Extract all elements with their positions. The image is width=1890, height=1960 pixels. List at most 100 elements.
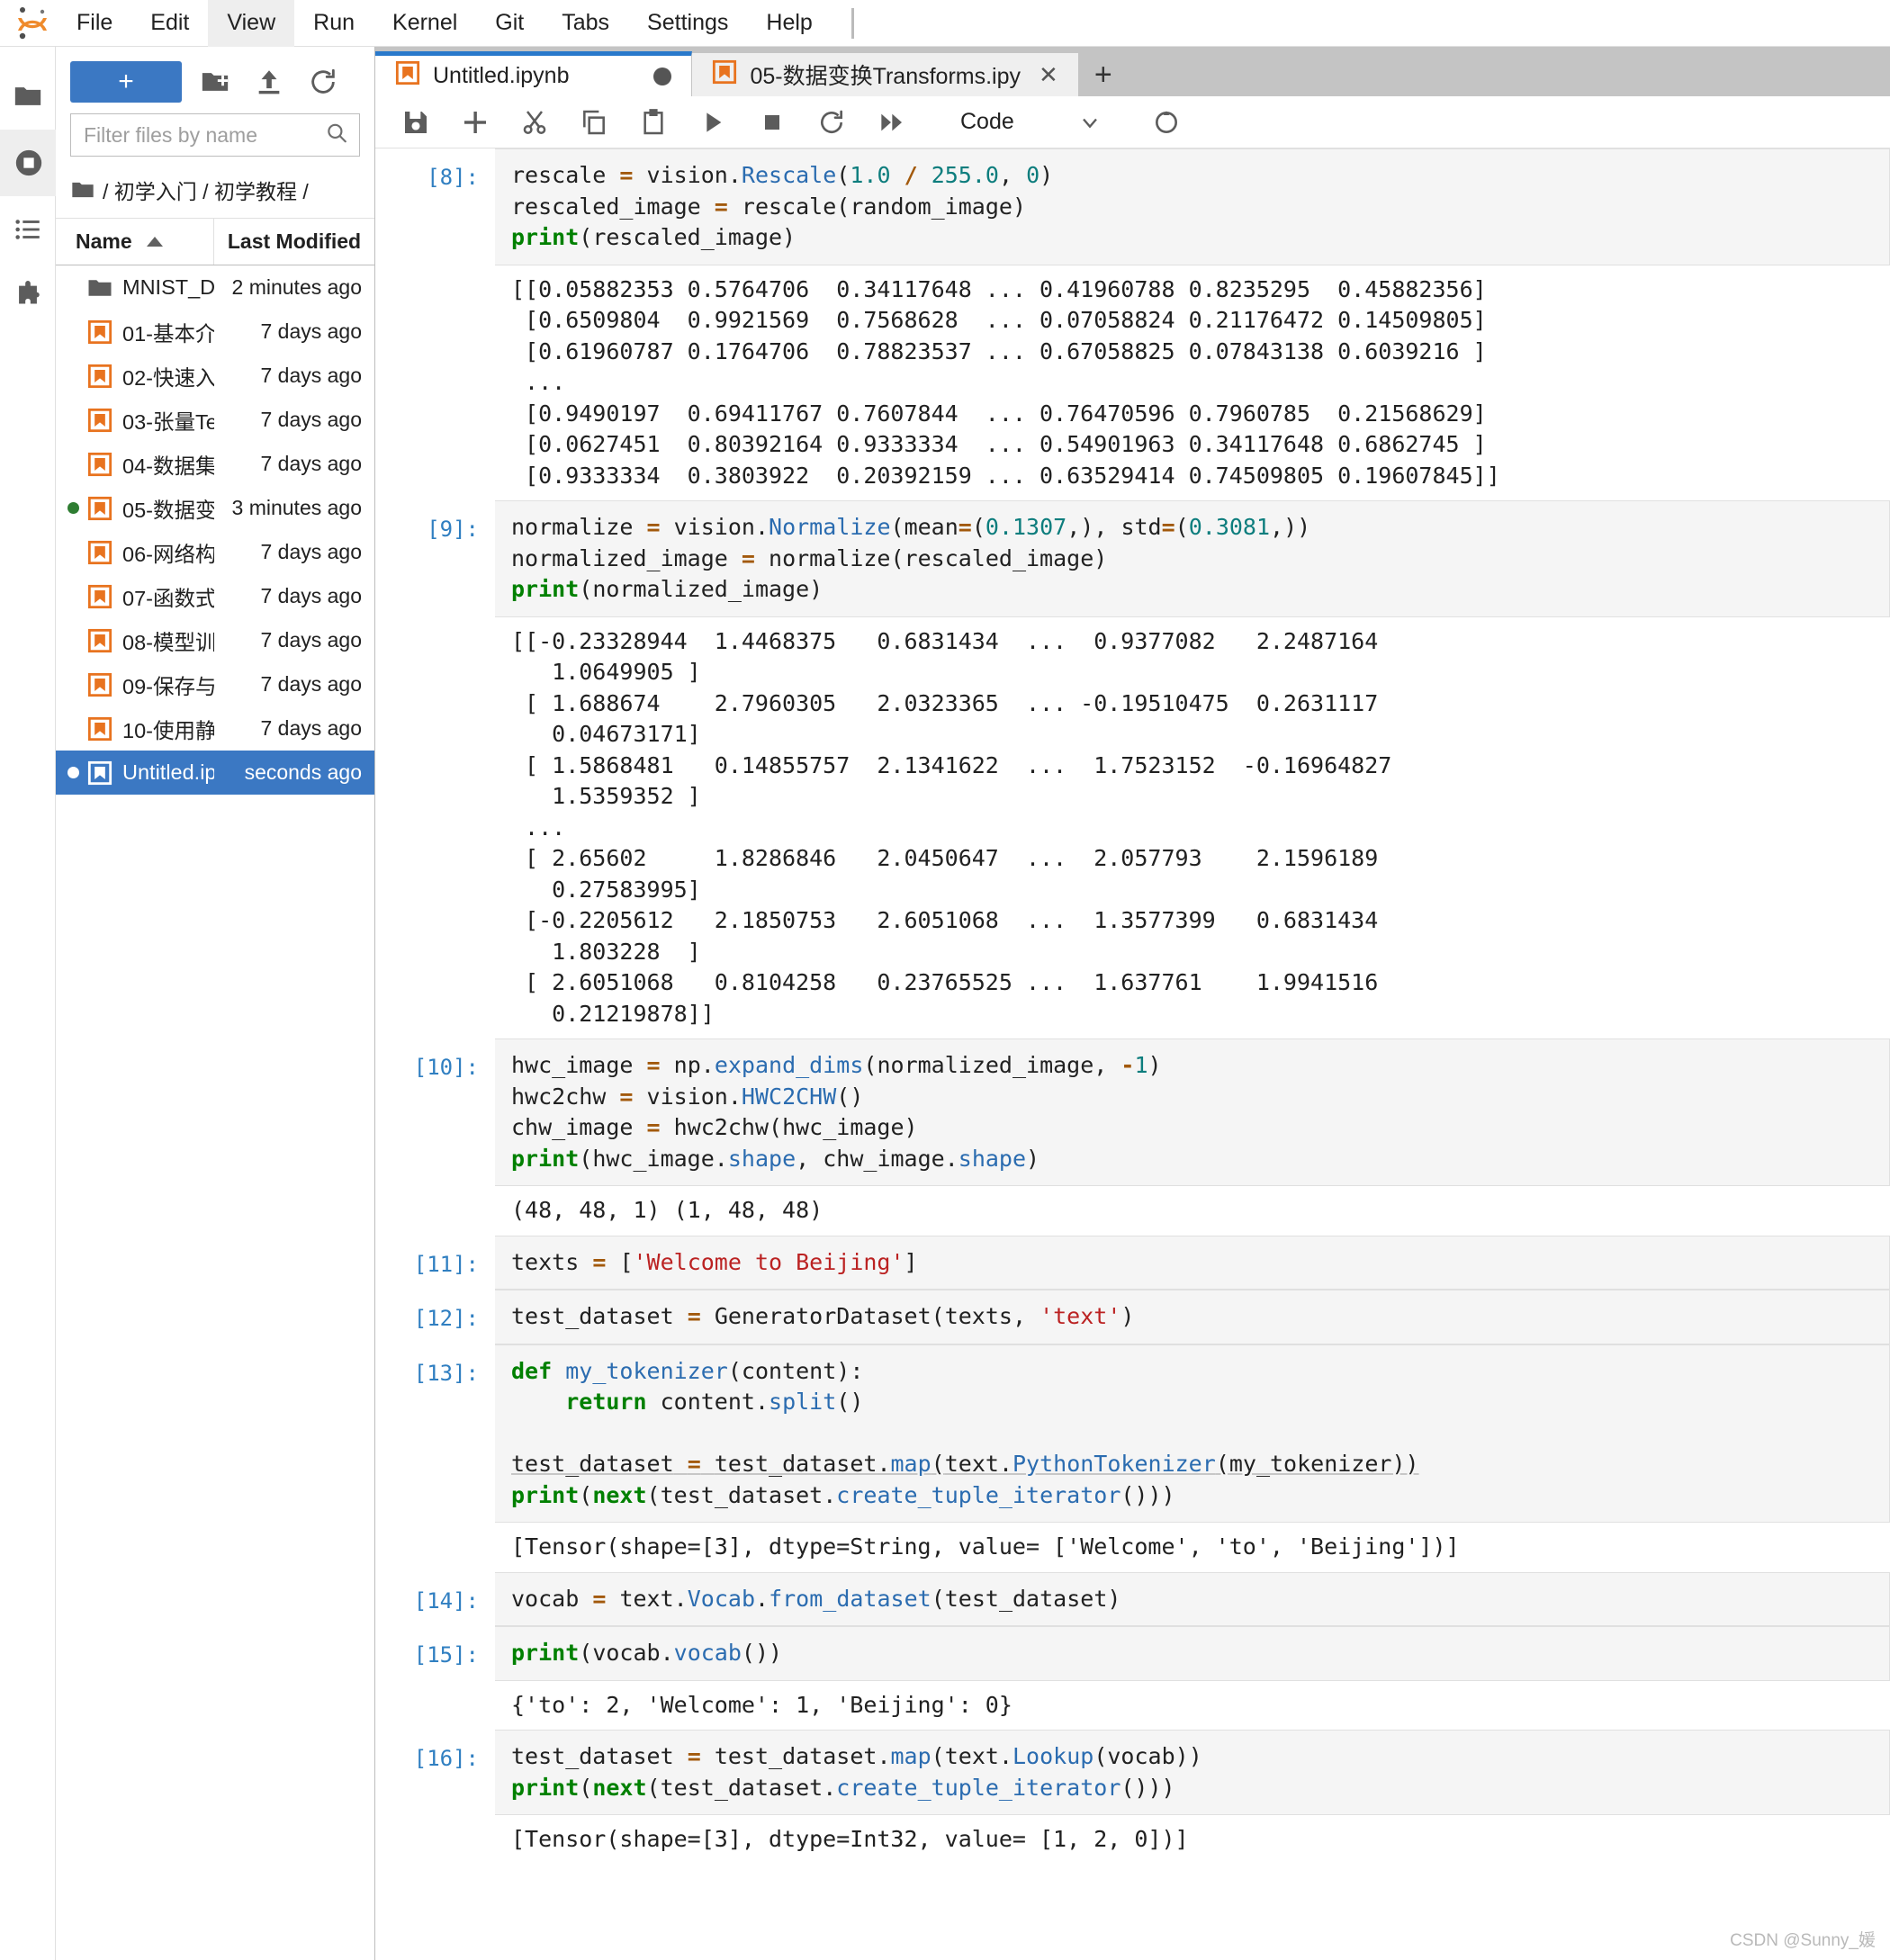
list-item[interactable]: Untitled.ip... seconds ago: [56, 751, 374, 795]
interrupt-button[interactable]: [746, 96, 798, 148]
notebook-icon: [87, 319, 112, 344]
breadcrumb[interactable]: / 初学入门 / 初学教程 /: [56, 169, 374, 219]
cell-output: [Tensor(shape=[3], dtype=Int32, value= […: [495, 1815, 1890, 1865]
sidebar-item-file-browser[interactable]: [0, 63, 56, 130]
cell-input[interactable]: test_dataset = test_dataset.map(text.Loo…: [495, 1730, 1890, 1815]
cell-output-text: {'to': 2, 'Welcome': 1, 'Beijing': 0}: [511, 1691, 1012, 1718]
cell-output-text: [[-0.23328944 1.4468375 0.6831434 ... 0.…: [511, 627, 1392, 1027]
search-input[interactable]: [71, 114, 359, 156]
cell-input[interactable]: hwc_image = np.expand_dims(normalized_im…: [495, 1038, 1890, 1186]
notebook-icon: [83, 716, 117, 742]
list-item[interactable]: 07-函数式... 7 days ago: [56, 574, 374, 618]
list-item[interactable]: 04-数据集... 7 days ago: [56, 442, 374, 486]
cell-output: (48, 48, 1) (1, 48, 48): [495, 1186, 1890, 1236]
paste-button[interactable]: [627, 96, 680, 148]
list-item[interactable]: 06-网络构... 7 days ago: [56, 530, 374, 574]
cell-input[interactable]: texts = ['Welcome to Beijing']: [495, 1235, 1890, 1290]
list-item[interactable]: 09-保存与... 7 days ago: [56, 662, 374, 706]
column-header-name[interactable]: Name: [56, 219, 214, 265]
menu-item-file[interactable]: File: [58, 0, 131, 47]
notebook-cell[interactable]: [12]: test_dataset = GeneratorDataset(tex…: [375, 1290, 1890, 1344]
sidebar-item-commands[interactable]: [0, 196, 56, 263]
cell-source: test_dataset = test_dataset.map(text.Loo…: [511, 1743, 1202, 1801]
cut-button[interactable]: [508, 96, 561, 148]
notebook-icon: [395, 60, 420, 92]
cell-prompt: [15]:: [413, 1642, 479, 1668]
insert-cell-button[interactable]: [449, 96, 501, 148]
notebook-cell[interactable]: [13]: def my_tokenizer(content): return c…: [375, 1344, 1890, 1572]
copy-button[interactable]: [568, 96, 620, 148]
notebook-icon: [87, 364, 112, 388]
notebook-icon: [712, 59, 737, 91]
list-item[interactable]: 03-张量Te... 7 days ago: [56, 398, 374, 442]
sidebar-item-extensions[interactable]: [0, 263, 56, 329]
new-launcher-button[interactable]: +: [70, 61, 182, 103]
sidebar-item-running-terminals[interactable]: [0, 130, 56, 196]
new-folder-icon[interactable]: [194, 61, 236, 103]
notebook-cell[interactable]: [15]: print(vocab.vocab()) {'to': 2, 'Welc…: [375, 1626, 1890, 1730]
column-header-last-modified[interactable]: Last Modified: [214, 219, 374, 265]
list-item[interactable]: 10-使用静... 7 days ago: [56, 706, 374, 751]
cell-body: test_dataset = test_dataset.map(text.Loo…: [495, 1730, 1890, 1865]
tab-2[interactable]: 05-数据变换Transforms.ipy ✕: [692, 53, 1079, 96]
list-item-modified: 7 days ago: [260, 408, 362, 431]
notebook-cell[interactable]: [11]: texts = ['Welcome to Beijing']: [375, 1235, 1890, 1290]
notebook-cell[interactable]: [10]: hwc_image = np.expand_dims(normaliz…: [375, 1038, 1890, 1236]
cell-input[interactable]: print(vocab.vocab()): [495, 1626, 1890, 1681]
cell-input[interactable]: rescale = vision.Rescale(1.0 / 255.0, 0)…: [495, 148, 1890, 265]
cell-body: hwc_image = np.expand_dims(normalized_im…: [495, 1038, 1890, 1236]
list-item-name: 05-数据变...: [122, 498, 214, 522]
menu-item-tabs[interactable]: Tabs: [543, 0, 628, 47]
cell-body: print(vocab.vocab()) {'to': 2, 'Welcome':…: [495, 1626, 1890, 1730]
list-item[interactable]: 08-模型训... 7 days ago: [56, 618, 374, 662]
run-button[interactable]: [687, 96, 739, 148]
new-tab-button[interactable]: +: [1078, 53, 1128, 96]
list-item-modified: 7 days ago: [260, 364, 362, 387]
cell-prompt: [13]:: [413, 1360, 479, 1386]
notebook-cell[interactable]: [16]: test_dataset = test_dataset.map(tex…: [375, 1730, 1890, 1865]
unsaved-changes-icon[interactable]: [653, 67, 672, 85]
list-item[interactable]: MNIST_Data 2 minutes ago: [56, 265, 374, 310]
filter-files-box[interactable]: [70, 113, 360, 157]
menu-item-view[interactable]: View: [208, 0, 295, 47]
restart-button[interactable]: [806, 96, 858, 148]
list-item-modified: 7 days ago: [260, 540, 362, 563]
tab-1[interactable]: Untitled.ipynb: [375, 51, 693, 96]
cell-type-select[interactable]: Code: [951, 103, 1106, 142]
notebook-icon: [83, 408, 117, 433]
tab-label: Untitled.ipynb: [433, 63, 570, 88]
cell-input[interactable]: normalize = vision.Normalize(mean=(0.130…: [495, 500, 1890, 617]
cell-input[interactable]: test_dataset = GeneratorDataset(texts, '…: [495, 1290, 1890, 1344]
menu-item-settings[interactable]: Settings: [628, 0, 747, 47]
tab-bar: Untitled.ipynb 05-数据变换Transforms.ipy ✕ +: [375, 47, 1890, 96]
cell-prompt: [11]:: [413, 1251, 479, 1277]
menu-item-run[interactable]: Run: [294, 0, 374, 47]
save-button[interactable]: [390, 96, 442, 148]
cell-body: rescale = vision.Rescale(1.0 / 255.0, 0)…: [495, 148, 1890, 500]
cell-source: rescale = vision.Rescale(1.0 / 255.0, 0)…: [511, 162, 1054, 250]
cell-input[interactable]: def my_tokenizer(content): return conten…: [495, 1344, 1890, 1523]
menu-item-edit[interactable]: Edit: [131, 0, 208, 47]
menu-bar: File Edit View Run Kernel Git Tabs Settings Help: [0, 0, 1890, 47]
tab-label: 05-数据变换Transforms.ipy: [750, 64, 1021, 89]
kernel-idle-icon[interactable]: [1140, 96, 1192, 148]
notebook-icon: [83, 628, 117, 653]
menu-item-git[interactable]: Git: [476, 0, 543, 47]
notebook-icon: [83, 496, 117, 521]
notebook-cell[interactable]: [14]: vocab = text.Vocab.from_dataset(tes…: [375, 1571, 1890, 1626]
close-icon[interactable]: ✕: [1039, 61, 1058, 89]
menu-item-help[interactable]: Help: [747, 0, 831, 47]
list-item[interactable]: 01-基本介... 7 days ago: [56, 310, 374, 354]
cell-prompt: [8]:: [427, 165, 479, 190]
menu-item-kernel[interactable]: Kernel: [374, 0, 476, 47]
cell-input[interactable]: vocab = text.Vocab.from_dataset(test_dat…: [495, 1571, 1890, 1626]
notebook-cell[interactable]: [9]: normalize = vision.Normalize(mean=(0…: [375, 500, 1890, 1038]
list-item-modified: 7 days ago: [260, 319, 362, 343]
list-item[interactable]: 05-数据变... 3 minutes ago: [56, 486, 374, 530]
restart-run-all-button[interactable]: [865, 96, 917, 148]
refresh-icon[interactable]: [302, 61, 344, 103]
list-item[interactable]: 02-快速入... 7 days ago: [56, 354, 374, 398]
upload-icon[interactable]: [248, 61, 290, 103]
notebook-icon: [83, 540, 117, 565]
notebook-cell[interactable]: [8]: rescale = vision.Rescale(1.0 / 255.0…: [375, 148, 1890, 500]
